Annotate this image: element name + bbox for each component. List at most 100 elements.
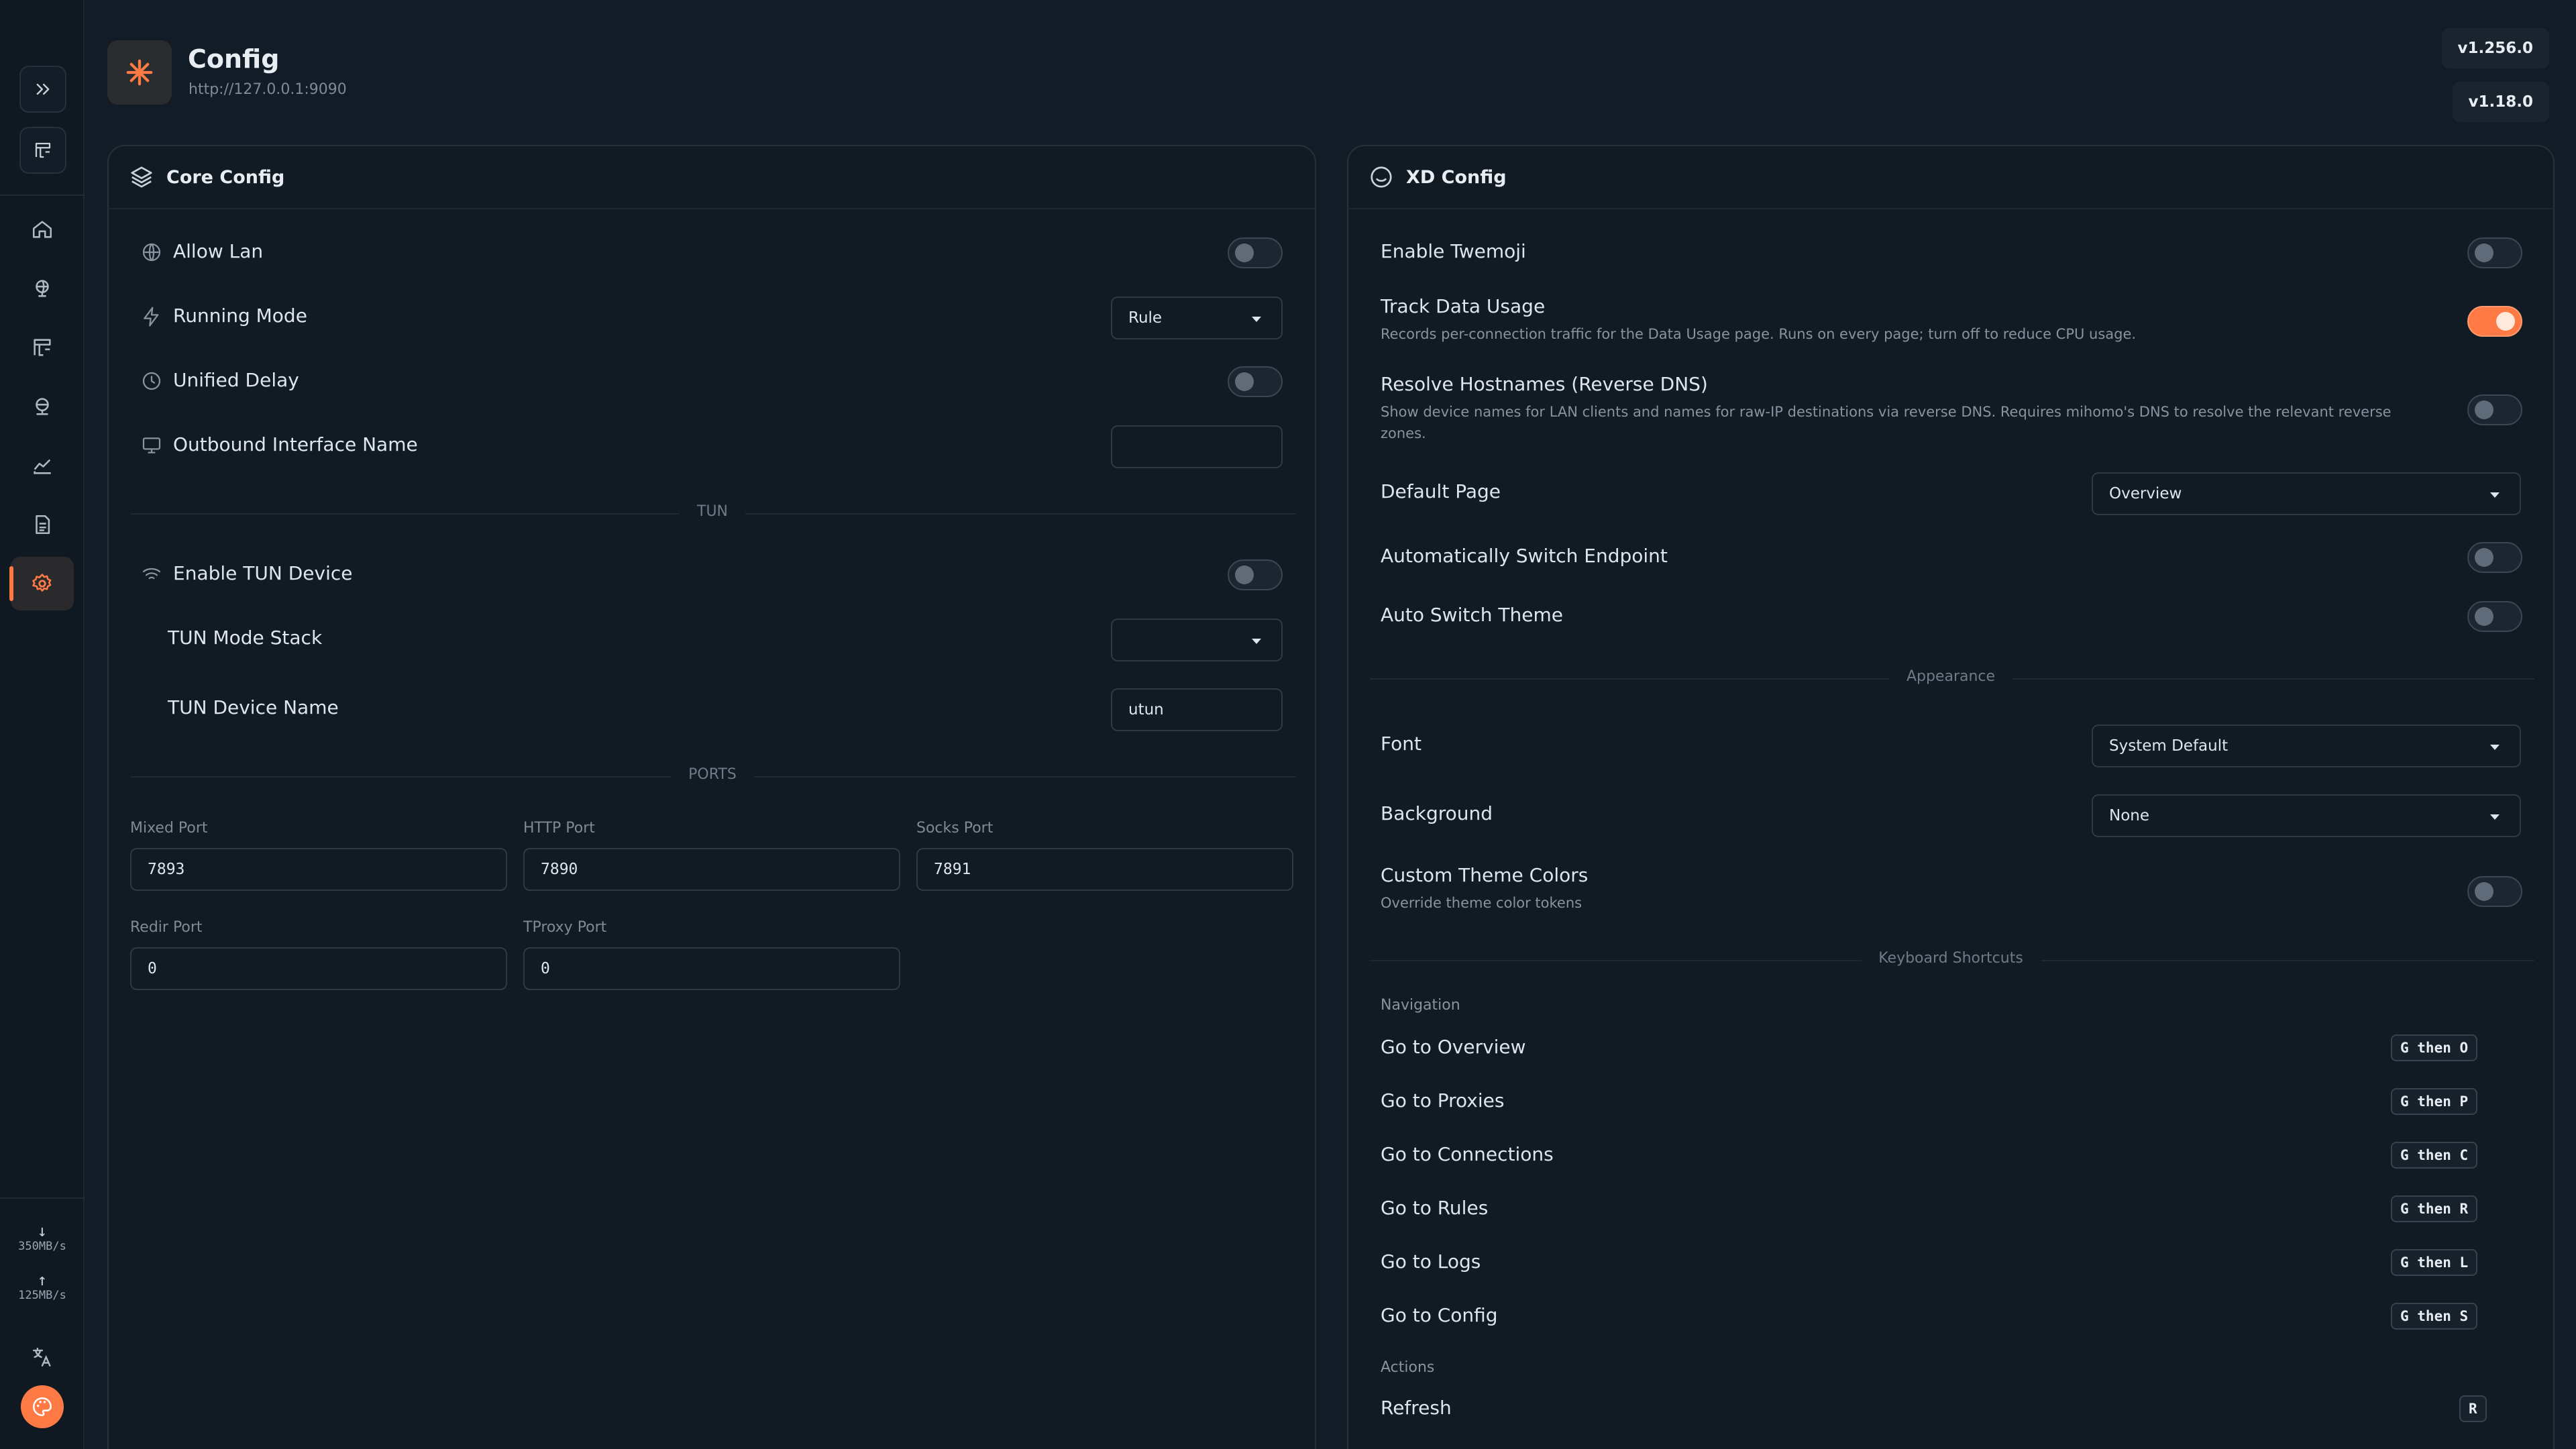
redir-port-input[interactable]: 0	[130, 947, 507, 990]
palette-icon	[32, 1397, 52, 1417]
outbound-interface-input[interactable]	[1111, 425, 1283, 468]
track-usage-desc: Records per-connection traffic for the D…	[1381, 326, 2137, 342]
auto-theme-toggle[interactable]	[2467, 601, 2522, 632]
mixed-port-input[interactable]: 7893	[130, 848, 507, 891]
background-select[interactable]: None	[2092, 794, 2521, 837]
endpoint-url: http://127.0.0.1:9090	[189, 81, 347, 98]
monitor-icon	[142, 437, 161, 453]
auto-theme-label: Auto Switch Theme	[1381, 604, 1563, 626]
nav-home[interactable]	[11, 203, 74, 256]
actions-section-label: Actions	[1381, 1359, 1435, 1376]
tun-stack-label: TUN Mode Stack	[168, 627, 323, 649]
outbound-interface-label: Outbound Interface Name	[173, 433, 418, 455]
nav-config[interactable]	[9, 557, 74, 610]
chevron-down-icon	[2490, 814, 2500, 820]
layout-icon	[35, 142, 51, 158]
socks-port-label: Socks Port	[916, 820, 994, 837]
app-logo	[107, 40, 172, 105]
shortcut-proxies-keys: G then P	[2391, 1088, 2478, 1115]
wifi-icon	[142, 568, 161, 580]
enable-tun-toggle[interactable]	[1228, 559, 1283, 590]
unified-delay-label: Unified Delay	[173, 369, 299, 391]
default-page-label: Default Page	[1381, 480, 1501, 502]
allow-lan-label: Allow Lan	[173, 240, 264, 262]
card-title: XD Config	[1406, 166, 1507, 188]
tun-device-label: TUN Device Name	[168, 696, 339, 718]
custom-colors-toggle[interactable]	[2467, 876, 2522, 907]
smile-icon	[1371, 166, 1392, 188]
chevron-down-icon	[1252, 317, 1261, 322]
globe-icon	[36, 280, 49, 297]
track-usage-label: Track Data Usage	[1381, 295, 1546, 317]
upload-speed: ↑ 125MB/s	[18, 1271, 66, 1302]
nav-connections[interactable]	[11, 380, 74, 433]
tproxy-port-label: TProxy Port	[523, 919, 607, 936]
core-config-card: Core Config Allow Lan Running Mode Rule …	[107, 145, 1316, 1449]
sidebar: ↓ 350MB/s ↑ 125MB/s	[0, 0, 85, 1449]
ports-divider-label: PORTS	[671, 766, 754, 783]
chart-icon	[34, 459, 51, 474]
page-title: Config	[188, 44, 280, 74]
version-badge-ui: v1.256.0	[2441, 28, 2549, 68]
download-speed: ↓ 350MB/s	[18, 1222, 66, 1253]
shortcut-config-label: Go to Config	[1381, 1304, 1498, 1326]
http-port-input[interactable]: 7890	[523, 848, 900, 891]
expand-sidebar-button[interactable]	[19, 66, 66, 113]
auto-endpoint-toggle[interactable]	[2467, 542, 2522, 573]
version-badge-core: v1.18.0	[2452, 82, 2549, 122]
translate-icon	[33, 1348, 51, 1366]
network-icon	[36, 398, 49, 415]
shortcut-config-keys: G then S	[2391, 1303, 2478, 1330]
allow-lan-toggle[interactable]	[1228, 237, 1283, 268]
http-port-label: HTTP Port	[523, 820, 595, 837]
shortcut-logs-label: Go to Logs	[1381, 1250, 1481, 1273]
gear-icon	[32, 574, 52, 592]
shortcut-logs-keys: G then L	[2391, 1249, 2478, 1276]
shortcut-overview-label: Go to Overview	[1381, 1036, 1526, 1058]
shortcut-rules-keys: G then R	[2391, 1195, 2478, 1222]
chevron-down-icon	[2490, 492, 2500, 498]
background-label: Background	[1381, 802, 1493, 824]
tun-divider-label: TUN	[680, 503, 745, 520]
language-button[interactable]	[31, 1346, 54, 1368]
nav-proxies[interactable]	[11, 262, 74, 315]
rules-icon	[34, 339, 51, 356]
default-page-select[interactable]: Overview	[2092, 472, 2521, 515]
twemoji-toggle[interactable]	[2467, 237, 2522, 268]
socks-port-input[interactable]: 7891	[916, 848, 1293, 891]
unified-delay-toggle[interactable]	[1228, 366, 1283, 397]
shortcuts-divider-label: Keyboard Shortcuts	[1861, 950, 2041, 967]
redir-port-label: Redir Port	[130, 919, 203, 936]
layout-button[interactable]	[19, 127, 66, 174]
chevron-down-icon	[2490, 745, 2500, 750]
navigation-section-label: Navigation	[1381, 997, 1460, 1014]
shortcut-connections-keys: G then C	[2391, 1142, 2478, 1169]
auto-endpoint-label: Automatically Switch Endpoint	[1381, 545, 1668, 567]
logs-icon	[36, 515, 50, 535]
appearance-divider-label: Appearance	[1888, 668, 2013, 685]
mixed-port-label: Mixed Port	[130, 820, 208, 837]
shortcut-overview-keys: G then O	[2391, 1034, 2478, 1061]
nav-rules[interactable]	[11, 321, 74, 374]
font-select[interactable]: System Default	[2092, 724, 2521, 767]
clock-icon	[142, 372, 161, 390]
running-mode-select[interactable]: Rule	[1111, 297, 1283, 339]
track-usage-toggle[interactable]	[2467, 306, 2522, 337]
nav-traffic[interactable]	[11, 439, 74, 492]
nav-logs[interactable]	[11, 498, 74, 551]
twemoji-label: Enable Twemoji	[1381, 240, 1526, 262]
card-title: Core Config	[166, 166, 285, 188]
custom-colors-desc: Override theme color tokens	[1381, 895, 1582, 911]
sun-logo-icon	[126, 59, 153, 86]
font-label: Font	[1381, 733, 1421, 755]
shortcut-refresh-keys: R	[2459, 1395, 2487, 1422]
tun-device-input[interactable]: utun	[1111, 688, 1283, 731]
tproxy-port-input[interactable]: 0	[523, 947, 900, 990]
shortcut-refresh-label: Refresh	[1381, 1397, 1452, 1419]
reverse-dns-label: Resolve Hostnames (Reverse DNS)	[1381, 373, 1708, 395]
theme-button[interactable]	[21, 1385, 64, 1428]
layers-icon	[131, 166, 152, 188]
tun-stack-select[interactable]	[1111, 619, 1283, 661]
shortcut-proxies-label: Go to Proxies	[1381, 1089, 1505, 1112]
reverse-dns-toggle[interactable]	[2467, 394, 2522, 425]
